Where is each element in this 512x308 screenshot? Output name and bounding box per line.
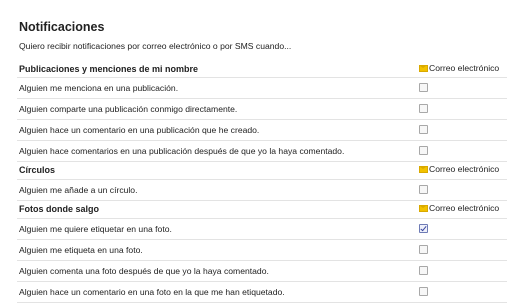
mail-icon	[419, 205, 428, 212]
page-title: Notificaciones	[19, 20, 105, 34]
notification-label: Alguien hace comentarios en una publicac…	[19, 146, 345, 156]
email-column-header: Correo electrónico	[419, 63, 499, 73]
notification-label: Alguien comparte una publicación conmigo…	[19, 104, 238, 114]
section-header: Círculos Correo electrónico	[17, 162, 507, 180]
email-checkbox[interactable]	[419, 125, 428, 134]
notification-label: Alguien me quiere etiquetar en una foto.	[19, 224, 172, 234]
email-checkbox[interactable]	[419, 245, 428, 254]
notification-row: Alguien comparte una publicación conmigo…	[17, 99, 507, 120]
section-heading: Publicaciones y menciones de mi nombre	[19, 64, 199, 74]
notification-label: Alguien me añade a un círculo.	[19, 185, 138, 195]
email-column-label: Correo electrónico	[429, 164, 500, 174]
email-checkbox[interactable]	[419, 185, 428, 194]
section-heading: Fotos donde salgo	[19, 204, 99, 214]
section-header: Fotos donde salgo Correo electrónico	[17, 201, 507, 219]
mail-icon	[419, 166, 428, 173]
notification-settings-list: Publicaciones y menciones de mi nombre Co…	[17, 62, 507, 303]
section-header: Publicaciones y menciones de mi nombre Co…	[17, 62, 507, 78]
notification-row: Alguien hace un comentario en una public…	[17, 120, 507, 141]
email-checkbox[interactable]	[419, 104, 428, 113]
intro-text: Quiero recibir notificaciones por correo…	[19, 41, 292, 51]
notification-label: Alguien hace un comentario en una public…	[19, 125, 260, 135]
email-checkbox[interactable]	[419, 266, 428, 275]
notification-row: Alguien hace comentarios en una publicac…	[17, 141, 507, 162]
email-column-label: Correo electrónico	[429, 63, 500, 73]
notification-label: Alguien me menciona en una publicación.	[19, 83, 179, 93]
notification-label: Alguien comenta una foto después de que …	[19, 266, 269, 276]
notification-row: Alguien me menciona en una publicación.	[17, 78, 507, 99]
notification-label: Alguien me etiqueta en una foto.	[19, 245, 143, 255]
notification-row: Alguien hace un comentario en una foto e…	[17, 282, 507, 303]
email-checkbox[interactable]	[419, 287, 428, 296]
email-checkbox[interactable]	[419, 224, 428, 233]
email-column-header: Correo electrónico	[419, 164, 499, 174]
notification-row: Alguien me etiqueta en una foto.	[17, 240, 507, 261]
notification-row: Alguien me quiere etiquetar en una foto.	[17, 219, 507, 240]
email-checkbox[interactable]	[419, 83, 428, 92]
section-heading: Círculos	[19, 165, 56, 175]
mail-icon	[419, 65, 428, 72]
notification-label: Alguien hace un comentario en una foto e…	[19, 287, 285, 297]
email-column-header: Correo electrónico	[419, 203, 499, 213]
notification-row: Alguien comenta una foto después de que …	[17, 261, 507, 282]
email-column-label: Correo electrónico	[429, 203, 500, 213]
email-checkbox[interactable]	[419, 146, 428, 155]
notification-row: Alguien me añade a un círculo.	[17, 180, 507, 201]
